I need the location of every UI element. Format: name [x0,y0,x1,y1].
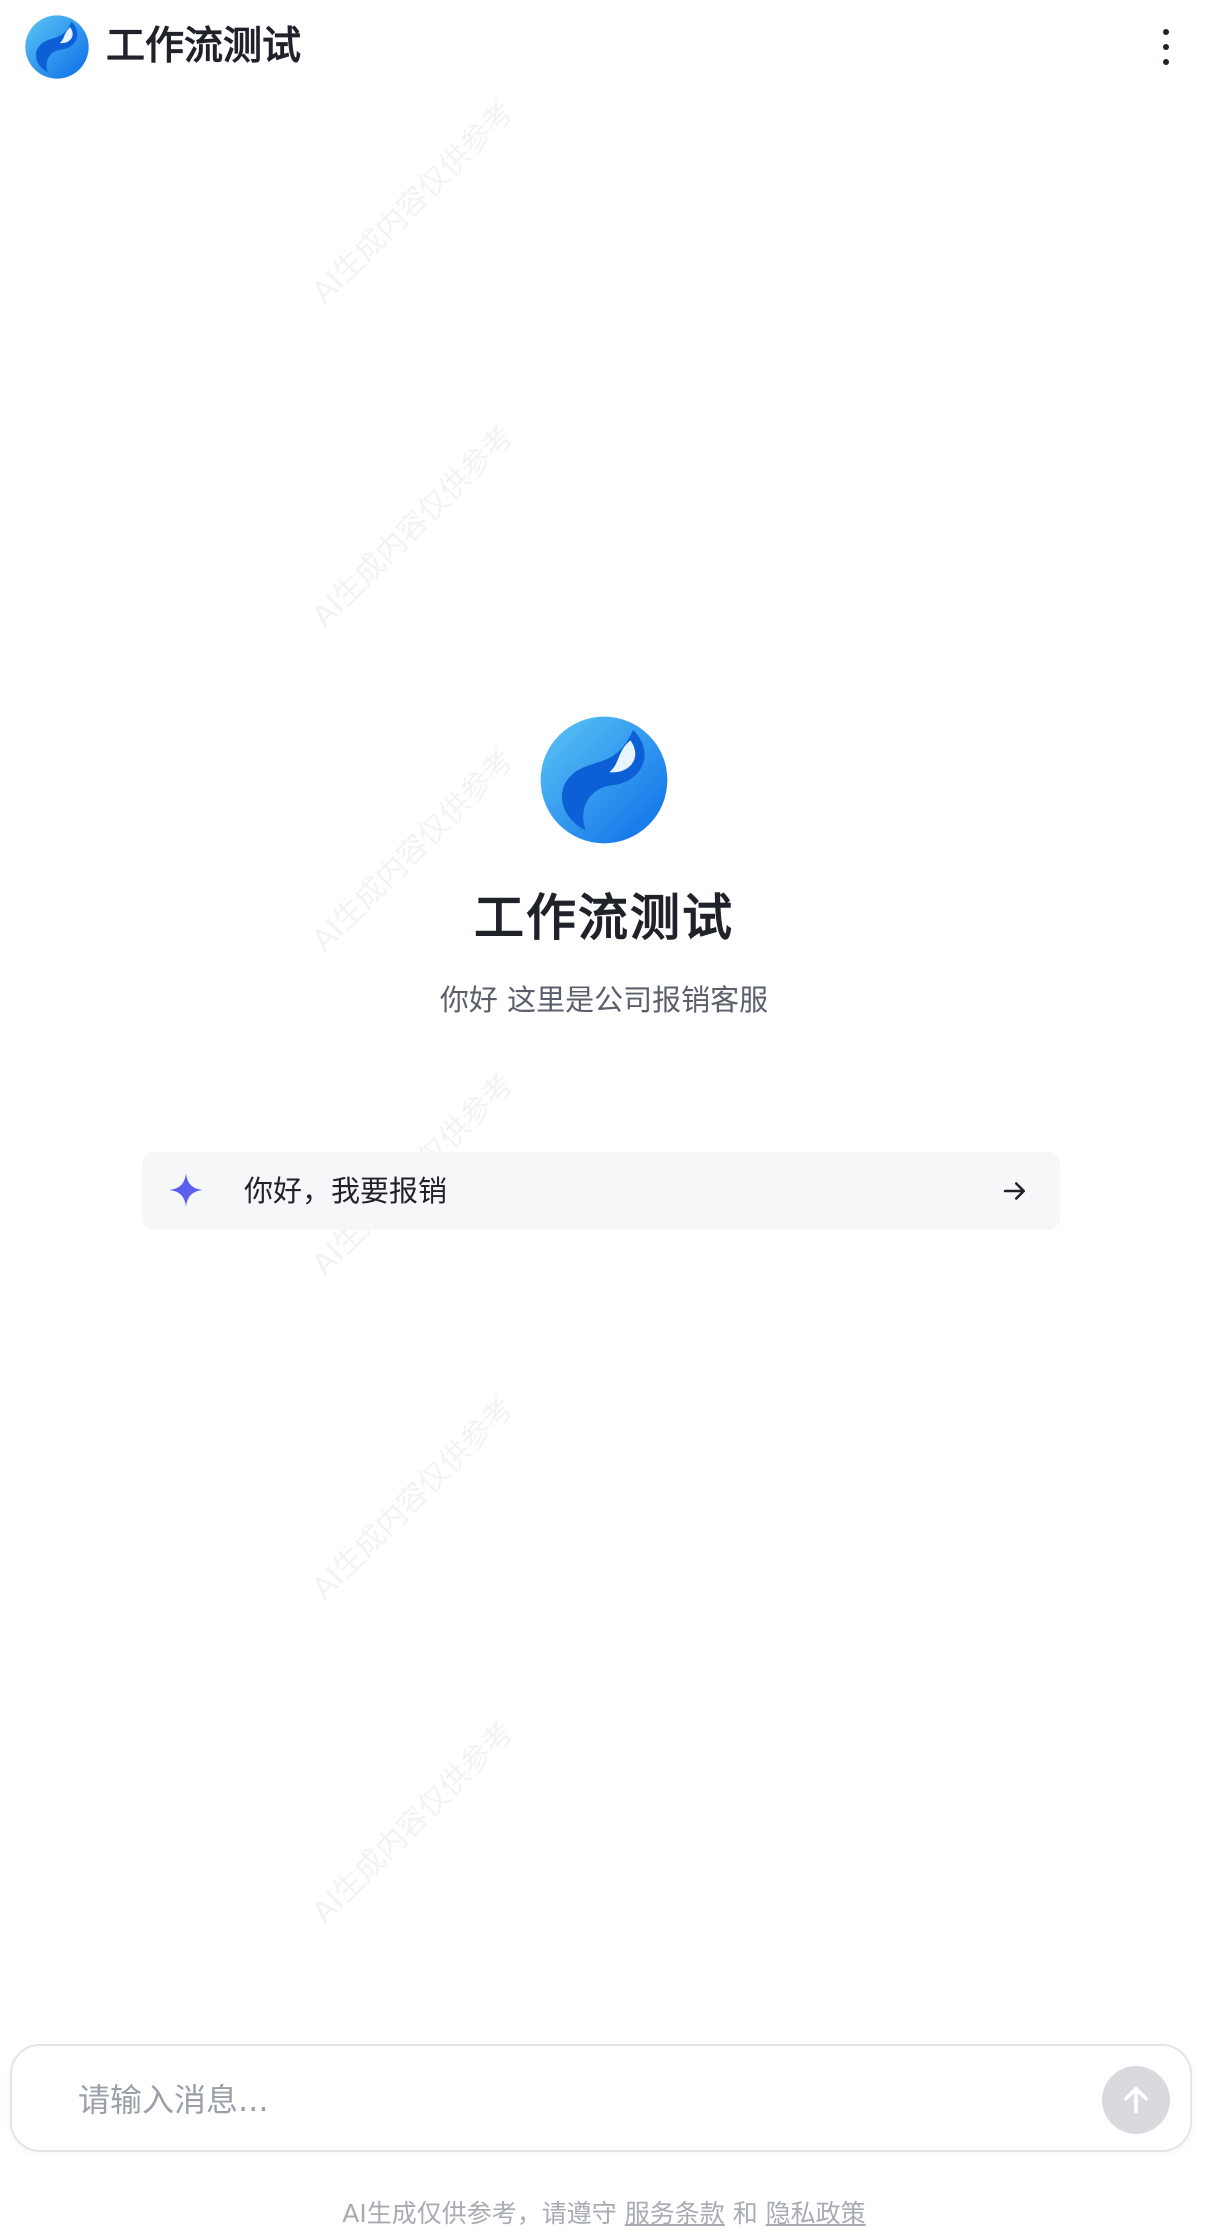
bot-name: 工作流测试 [474,889,734,947]
more-menu-button[interactable] [1144,22,1188,72]
watermark-layer: AI生成内容仅供参考 AI生成内容仅供参考 AI生成内容仅供参考 AI生成内容仅… [0,0,1208,2240]
suggested-question-button[interactable]: 你好，我要报销 [142,1152,1060,1230]
send-button[interactable] [1102,2066,1170,2134]
watermark: AI生成内容仅供参考 [305,95,521,311]
suggested-question-text: 你好，我要报销 [244,1174,448,1208]
message-composer [10,2044,1192,2152]
watermark: AI生成内容仅供参考 [305,1715,521,1931]
app-header: 工作流测试 [0,0,1208,96]
welcome-section: 工作流测试 你好 这里是公司报销客服 [0,714,1208,1020]
bot-greeting: 你好 这里是公司报销客服 [439,983,769,1017]
more-vertical-icon [1163,29,1169,35]
app-title: 工作流测试 [106,24,302,69]
disclaimer-text: AI生成仅供参考，请遵守 [342,2199,617,2228]
more-vertical-icon-dot [1163,59,1169,65]
watermark: AI生成内容仅供参考 [305,1391,521,1607]
sparkle-icon [169,1173,203,1207]
bot-logo-icon [25,15,89,79]
bot-avatar-icon [540,716,668,844]
terms-of-service-link[interactable]: 服务条款 [625,2199,725,2228]
privacy-policy-link[interactable]: 隐私政策 [766,2199,866,2228]
message-input[interactable] [76,2072,1040,2128]
arrow-up-icon [1124,2086,1148,2114]
disclaimer: AI生成仅供参考，请遵守 服务条款 和 隐私政策 [0,2196,1208,2232]
disclaimer-conjunction: 和 [732,2199,758,2228]
arrow-right-icon [1003,1182,1025,1200]
watermark: AI生成内容仅供参考 [305,419,521,635]
more-vertical-icon-dot [1163,44,1169,50]
